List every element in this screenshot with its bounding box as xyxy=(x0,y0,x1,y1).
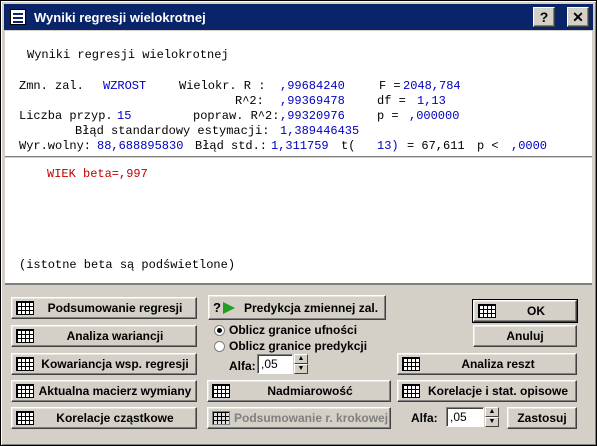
redundancy-button[interactable]: Nadmiarowość xyxy=(207,380,391,402)
grid-icon xyxy=(16,384,34,398)
grid-icon xyxy=(16,329,34,343)
results-dialog: Wyniki regresji wielokrotnej ? ✕ Wyniki … xyxy=(0,0,597,446)
radio-unselected-icon xyxy=(214,340,225,352)
beta-panel: WIEK beta=,997 (istotne beta są podświet… xyxy=(5,158,592,285)
title-bar: Wyniki regresji wielokrotnej ? ✕ xyxy=(4,4,593,30)
correlations-button-label: Korelacje i stat. opisowe xyxy=(427,384,569,398)
ok-icon xyxy=(478,304,496,318)
sweep-matrix-button[interactable]: Aktualna macierz wymiany xyxy=(11,380,197,402)
anova-button-label: Analiza wariancji xyxy=(66,329,164,343)
prediction-limits-radio[interactable]: Oblicz granice predykcji xyxy=(214,339,367,353)
adj-r2-value: ,99320976 xyxy=(280,109,345,123)
se-value: 1,311759 xyxy=(271,139,329,153)
prediction-button-label: Predykcja zmiennej zal. xyxy=(243,300,379,315)
dep-var-value: WZROST xyxy=(103,79,147,93)
partial-corr-button-label: Korelacje cząstkowe xyxy=(56,411,174,425)
results-heading: Wyniki regresji wielokrotnej xyxy=(27,48,229,62)
mult-r-label: Wielokr. R : xyxy=(179,79,266,93)
f-label: F = xyxy=(379,79,401,93)
ok-button-label: OK xyxy=(527,304,545,318)
alpha-label: Alfa: xyxy=(229,359,256,373)
r2-value: ,99369478 xyxy=(280,94,345,108)
stepper-down-icon[interactable]: ▼ xyxy=(294,364,308,374)
t-label: t( xyxy=(341,139,356,153)
dep-var-label: Zmn. zal. xyxy=(19,79,84,93)
close-button[interactable]: ✕ xyxy=(567,7,589,27)
n-value: 15 xyxy=(117,109,132,123)
correlations-button[interactable]: Korelacje i stat. opisowe xyxy=(397,380,577,402)
grid-icon xyxy=(212,411,230,425)
grid-icon xyxy=(212,384,230,398)
intercept-value: 88,688895830 xyxy=(97,139,184,153)
ok-button[interactable]: OK xyxy=(472,299,578,323)
r2-label: R^2: xyxy=(235,94,264,108)
radio-selected-icon xyxy=(214,324,225,336)
alpha2-label: Alfa: xyxy=(411,411,438,425)
summary-table-icon xyxy=(16,301,34,315)
se-est-label: Błąd standardowy estymacji: xyxy=(75,124,270,138)
summary-button[interactable]: Podsumowanie regresji xyxy=(11,297,197,319)
stepper-down-icon[interactable]: ▼ xyxy=(485,417,499,427)
apply-button[interactable]: Zastosuj xyxy=(507,407,577,429)
p-less-label: p < xyxy=(477,139,499,153)
se-est-value: 1,389446435 xyxy=(280,124,360,138)
window-title: Wyniki regresji wielokrotnej xyxy=(34,9,206,25)
residuals-button[interactable]: Analiza reszt xyxy=(397,353,577,375)
alpha-stepper[interactable]: ▲ ▼ xyxy=(294,354,308,374)
stepwise-summary-button[interactable]: Podsumowanie r. krokowej xyxy=(207,407,391,429)
cancel-button[interactable]: Anuluj xyxy=(473,325,577,347)
partial-corr-button[interactable]: Korelacje cząstkowe xyxy=(11,407,197,429)
apply-button-label: Zastosuj xyxy=(517,411,567,425)
t-value: = 67,611 xyxy=(407,139,465,153)
beta-entry: WIEK beta=,997 xyxy=(47,167,148,181)
redundancy-button-label: Nadmiarowość xyxy=(267,384,353,398)
p-less-value: ,0000 xyxy=(511,139,548,153)
df-label: df = xyxy=(377,94,406,108)
grid-icon xyxy=(16,411,34,425)
stepper-up-icon[interactable]: ▲ xyxy=(294,354,308,364)
intercept-label: Wyr.wolny: xyxy=(19,139,92,153)
stepper-up-icon[interactable]: ▲ xyxy=(485,407,499,417)
prediction-button[interactable]: ? Predykcja zmiennej zal. xyxy=(208,295,386,320)
grid-icon xyxy=(402,357,420,371)
grid-icon xyxy=(402,384,420,398)
f-value: 2048,784 xyxy=(403,79,461,93)
beta-note: (istotne beta są podświetlone) xyxy=(19,258,236,272)
covariance-button[interactable]: Kowariancja wsp. regresji xyxy=(11,353,197,375)
t-df: 13) xyxy=(377,139,399,153)
p-value: ,000000 xyxy=(409,109,460,123)
adj-r2-label: popraw. R^2: xyxy=(193,109,280,123)
summary-button-label: Podsumowanie regresji xyxy=(47,301,183,315)
alpha-input[interactable]: ,05 xyxy=(257,354,293,374)
p-label: p = xyxy=(377,109,399,123)
mult-r-value: ,99684240 xyxy=(280,79,345,93)
alpha2-stepper[interactable]: ▲ ▼ xyxy=(485,407,499,427)
grid-icon xyxy=(16,357,34,371)
sweep-matrix-button-label: Aktualna macierz wymiany xyxy=(38,384,192,398)
alpha2-input[interactable]: ,05 xyxy=(446,407,484,427)
confidence-radio[interactable]: Oblicz granice ufności xyxy=(214,323,357,337)
results-summary-panel: Wyniki regresji wielokrotnej Zmn. zal. W… xyxy=(5,31,592,157)
cancel-button-label: Anuluj xyxy=(506,329,544,343)
help-button[interactable]: ? xyxy=(533,7,555,27)
covariance-button-label: Kowariancja wsp. regresji xyxy=(41,357,189,371)
df-value: 1,13 xyxy=(417,94,446,108)
stepwise-summary-button-label: Podsumowanie r. krokowej xyxy=(234,411,389,425)
confidence-radio-label: Oblicz granice ufności xyxy=(229,323,358,337)
residuals-button-label: Analiza reszt xyxy=(461,357,535,371)
se-label: Błąd std.: xyxy=(195,139,268,153)
n-label: Liczba przyp. xyxy=(19,109,113,123)
prediction-arrow-icon: ? xyxy=(213,300,237,316)
prediction-limits-radio-label: Oblicz granice predykcji xyxy=(229,339,368,353)
app-icon xyxy=(10,9,26,25)
anova-button[interactable]: Analiza wariancji xyxy=(11,325,197,347)
